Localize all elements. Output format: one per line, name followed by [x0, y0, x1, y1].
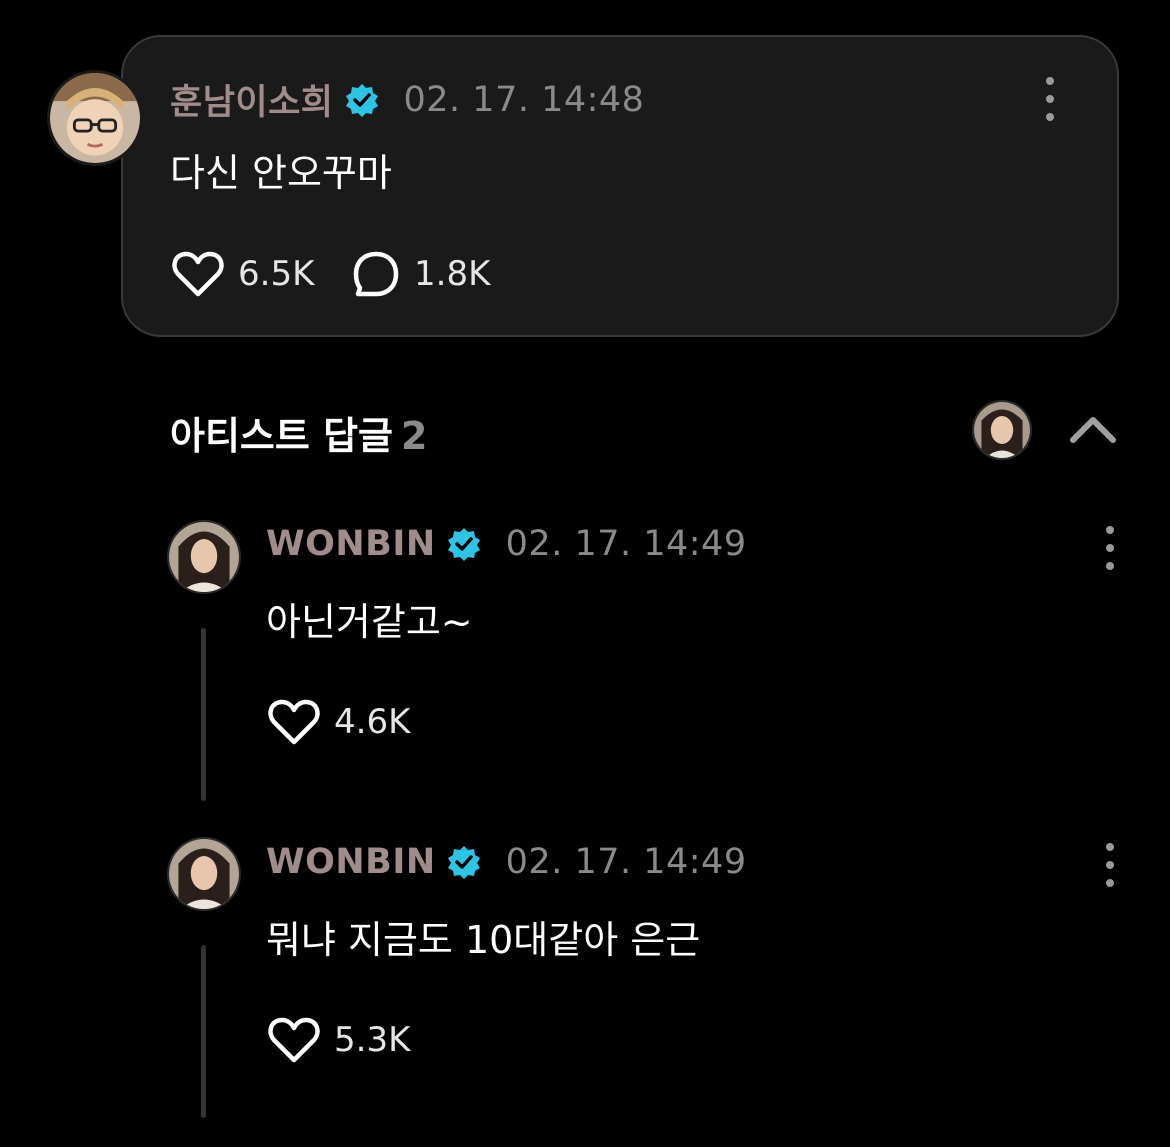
- artist-replies-title: 아티스트 답글 2: [170, 405, 427, 460]
- heart-icon: [268, 699, 320, 745]
- post-author-name[interactable]: 훈남이소희: [170, 74, 334, 125]
- collapse-button[interactable]: [1068, 412, 1118, 446]
- reply-text: 뭐냐 지금도 10대같아 은근: [266, 918, 701, 962]
- comment-button[interactable]: 1.8K: [352, 250, 490, 298]
- like-button[interactable]: 5.3K: [268, 1016, 410, 1064]
- like-count: 4.6K: [334, 702, 411, 742]
- reply-timestamp: 02. 17. 14:49: [505, 524, 747, 564]
- reply-timestamp: 02. 17. 14:49: [505, 842, 747, 882]
- reply-text: 아닌거같고~: [266, 600, 473, 644]
- post-timestamp: 02. 17. 14:48: [403, 79, 645, 120]
- avatar-image: [974, 402, 1030, 458]
- thread-line: [201, 628, 206, 801]
- artist-avatar[interactable]: [972, 400, 1032, 460]
- heart-icon: [268, 1017, 320, 1063]
- artist-replies-count: 2: [401, 414, 428, 458]
- reply-author-avatar[interactable]: [167, 520, 241, 594]
- heart-icon: [172, 251, 224, 297]
- reply-author-avatar[interactable]: [167, 837, 241, 911]
- post-text: 다신 안오꾸마: [170, 151, 392, 195]
- like-button[interactable]: 4.6K: [268, 698, 410, 746]
- thread-line: [201, 945, 206, 1118]
- verified-badge-icon: [446, 844, 482, 880]
- avatar-image: [50, 73, 140, 163]
- avatar-image: [169, 839, 239, 909]
- reply-author-name[interactable]: WONBIN: [266, 842, 436, 882]
- verified-badge-icon: [446, 526, 482, 562]
- reply-meta-row: WONBIN 02. 17. 14:49: [266, 524, 747, 564]
- more-vertical-icon[interactable]: [1100, 526, 1120, 570]
- like-count: 6.5K: [238, 254, 315, 294]
- comment-bubble-icon: [353, 251, 399, 297]
- artist-replies-label: 아티스트 답글: [170, 414, 393, 458]
- verified-badge-icon: [344, 82, 380, 118]
- more-vertical-icon[interactable]: [1100, 843, 1120, 887]
- reply-author-name[interactable]: WONBIN: [266, 524, 436, 564]
- comment-count: 1.8K: [414, 254, 491, 294]
- post-author-avatar[interactable]: [47, 70, 143, 166]
- like-count: 5.3K: [334, 1020, 411, 1060]
- post-meta-row: 훈남이소희 02. 17. 14:48: [170, 74, 644, 125]
- avatar-image: [169, 522, 239, 592]
- reply-meta-row: WONBIN 02. 17. 14:49: [266, 842, 747, 882]
- chevron-up-icon: [1070, 417, 1116, 443]
- like-button[interactable]: 6.5K: [172, 250, 314, 298]
- more-vertical-icon[interactable]: [1040, 77, 1060, 121]
